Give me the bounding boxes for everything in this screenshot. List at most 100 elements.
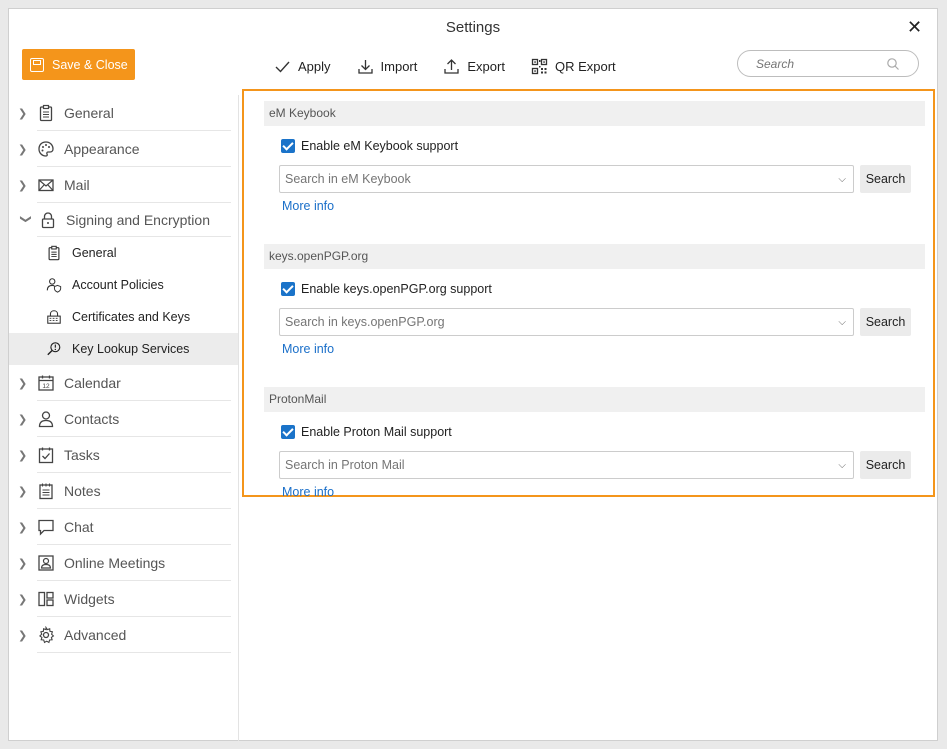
checkbox-label: Enable eM Keybook support xyxy=(301,139,459,153)
sidebar-subitem-label: Certificates and Keys xyxy=(72,310,191,324)
section-protonmail: ProtonMail Enable Proton Mail support ⌵ … xyxy=(244,387,933,520)
keys-openpgp-search-combobox[interactable]: ⌵ xyxy=(279,308,854,336)
sidebar-subitem-label: Key Lookup Services xyxy=(72,342,190,356)
sidebar-item-online-meetings[interactable]: ❯ Online Meetings xyxy=(9,545,238,581)
sidebar-item-advanced[interactable]: ❯ Advanced xyxy=(9,617,238,653)
chevron-right-icon[interactable]: ❯ xyxy=(18,413,34,426)
import-icon xyxy=(357,59,373,74)
chevron-down-icon[interactable]: ⌵ xyxy=(838,460,846,471)
chevron-right-icon[interactable]: ❯ xyxy=(18,629,34,642)
sidebar-item-signing-encryption[interactable]: ❯ Signing and Encryption xyxy=(9,203,238,237)
certificate-lock-icon xyxy=(47,310,61,324)
window-title: Settings xyxy=(445,19,501,36)
import-button[interactable]: Import xyxy=(357,56,418,76)
key-lookup-panel: eM Keybook Enable eM Keybook support ⌵ S… xyxy=(242,89,935,499)
search-icon xyxy=(887,58,899,70)
em-keybook-more-info-link[interactable]: More info xyxy=(282,199,933,215)
sidebar-item-label: General xyxy=(64,105,114,121)
proton-mail-search-button[interactable]: Search xyxy=(860,451,911,479)
enable-em-keybook-checkbox[interactable]: Enable eM Keybook support xyxy=(281,136,933,156)
checkbox-checked-icon[interactable] xyxy=(281,282,295,296)
sidebar-item-label: Advanced xyxy=(64,627,127,643)
checkbox-checked-icon[interactable] xyxy=(281,425,295,439)
import-label: Import xyxy=(380,58,418,74)
sidebar-item-label: Contacts xyxy=(64,411,120,427)
calendar-icon: 12 xyxy=(38,375,54,391)
chevron-right-icon[interactable]: ❯ xyxy=(18,179,34,192)
checkmark-icon xyxy=(275,61,290,73)
sidebar-subitem-key-lookup-services[interactable]: Key Lookup Services xyxy=(9,333,238,365)
section-heading: ProtonMail xyxy=(264,387,925,412)
sidebar-item-chat[interactable]: ❯ Chat xyxy=(9,509,238,545)
checkbox-checked-icon[interactable] xyxy=(281,139,295,153)
sidebar-item-label: Notes xyxy=(64,483,101,499)
checkbox-label: Enable keys.openPGP.org support xyxy=(301,282,492,296)
save-close-button[interactable]: Save & Close xyxy=(22,49,135,80)
proton-mail-search-input[interactable] xyxy=(285,458,815,472)
sidebar-item-label: Calendar xyxy=(64,375,121,391)
sidebar-item-label: Mail xyxy=(64,177,90,193)
chevron-right-icon[interactable]: ❯ xyxy=(18,593,34,606)
chevron-down-icon[interactable]: ❯ xyxy=(20,214,33,226)
floppy-disk-icon xyxy=(30,57,44,72)
sidebar-item-calendar[interactable]: ❯ 12 Calendar xyxy=(9,365,238,401)
chevron-right-icon[interactable]: ❯ xyxy=(18,143,34,156)
enable-keys-openpgp-checkbox[interactable]: Enable keys.openPGP.org support xyxy=(281,279,933,299)
keys-openpgp-more-info-link[interactable]: More info xyxy=(282,342,933,358)
section-heading: eM Keybook xyxy=(264,101,925,126)
checkbox-label: Enable Proton Mail support xyxy=(301,425,452,439)
sidebar-item-general[interactable]: ❯ General xyxy=(9,95,238,131)
sidebar-subitem-account-policies[interactable]: Account Policies xyxy=(9,269,238,301)
sidebar-item-notes[interactable]: ❯ Notes xyxy=(9,473,238,509)
sidebar-item-appearance[interactable]: ❯ Appearance xyxy=(9,131,238,167)
sidebar-subitem-certificates-keys[interactable]: Certificates and Keys xyxy=(9,301,238,333)
sidebar-subitem-general[interactable]: General xyxy=(9,237,238,269)
chat-bubble-icon xyxy=(38,519,54,536)
em-keybook-search-input[interactable] xyxy=(285,172,815,186)
em-keybook-search-combobox[interactable]: ⌵ xyxy=(279,165,854,193)
sidebar-item-label: Widgets xyxy=(64,591,115,607)
sidebar-item-label: Tasks xyxy=(64,447,100,463)
export-button[interactable]: Export xyxy=(443,56,505,76)
chevron-right-icon[interactable]: ❯ xyxy=(18,377,34,390)
notes-icon xyxy=(39,483,53,500)
sidebar-item-label: Chat xyxy=(64,519,94,535)
toolbar: Apply Import Export QR Export xyxy=(274,56,616,76)
qr-export-button[interactable]: QR Export xyxy=(531,56,616,76)
widgets-icon xyxy=(38,591,54,607)
chevron-right-icon[interactable]: ❯ xyxy=(18,107,34,120)
settings-search[interactable] xyxy=(737,50,919,77)
settings-window: Settings ✕ Save & Close Apply Import Exp… xyxy=(8,8,938,741)
key-search-icon xyxy=(47,342,61,356)
chevron-right-icon[interactable]: ❯ xyxy=(18,557,34,570)
sidebar-item-widgets[interactable]: ❯ Widgets xyxy=(9,581,238,617)
chevron-down-icon[interactable]: ⌵ xyxy=(838,174,846,185)
sidebar-item-mail[interactable]: ❯ Mail xyxy=(9,167,238,203)
proton-mail-more-info-link[interactable]: More info xyxy=(282,485,933,501)
keys-openpgp-search-input[interactable] xyxy=(285,315,815,329)
envelope-icon xyxy=(38,179,54,192)
sidebar-item-label: Appearance xyxy=(64,141,140,157)
task-checklist-icon xyxy=(38,447,54,464)
chevron-down-icon[interactable]: ⌵ xyxy=(838,317,846,328)
settings-search-input[interactable] xyxy=(756,56,886,71)
gear-icon xyxy=(39,626,55,644)
clipboard-icon xyxy=(48,245,60,261)
palette-icon xyxy=(38,141,54,157)
close-button[interactable]: ✕ xyxy=(907,18,925,36)
chevron-right-icon[interactable]: ❯ xyxy=(18,485,34,498)
clipboard-icon xyxy=(39,104,53,122)
keys-openpgp-search-button[interactable]: Search xyxy=(860,308,911,336)
sidebar-item-contacts[interactable]: ❯ Contacts xyxy=(9,401,238,437)
svg-text:12: 12 xyxy=(42,383,50,390)
sidebar-item-label: Online Meetings xyxy=(64,555,166,571)
enable-proton-mail-checkbox[interactable]: Enable Proton Mail support xyxy=(281,422,933,442)
chevron-right-icon[interactable]: ❯ xyxy=(18,449,34,462)
apply-button[interactable]: Apply xyxy=(274,56,331,76)
account-shield-icon xyxy=(46,278,62,293)
chevron-right-icon[interactable]: ❯ xyxy=(18,521,34,534)
em-keybook-search-button[interactable]: Search xyxy=(860,165,911,193)
sidebar-item-tasks[interactable]: ❯ Tasks xyxy=(9,437,238,473)
proton-mail-search-combobox[interactable]: ⌵ xyxy=(279,451,854,479)
apply-label: Apply xyxy=(298,58,331,74)
